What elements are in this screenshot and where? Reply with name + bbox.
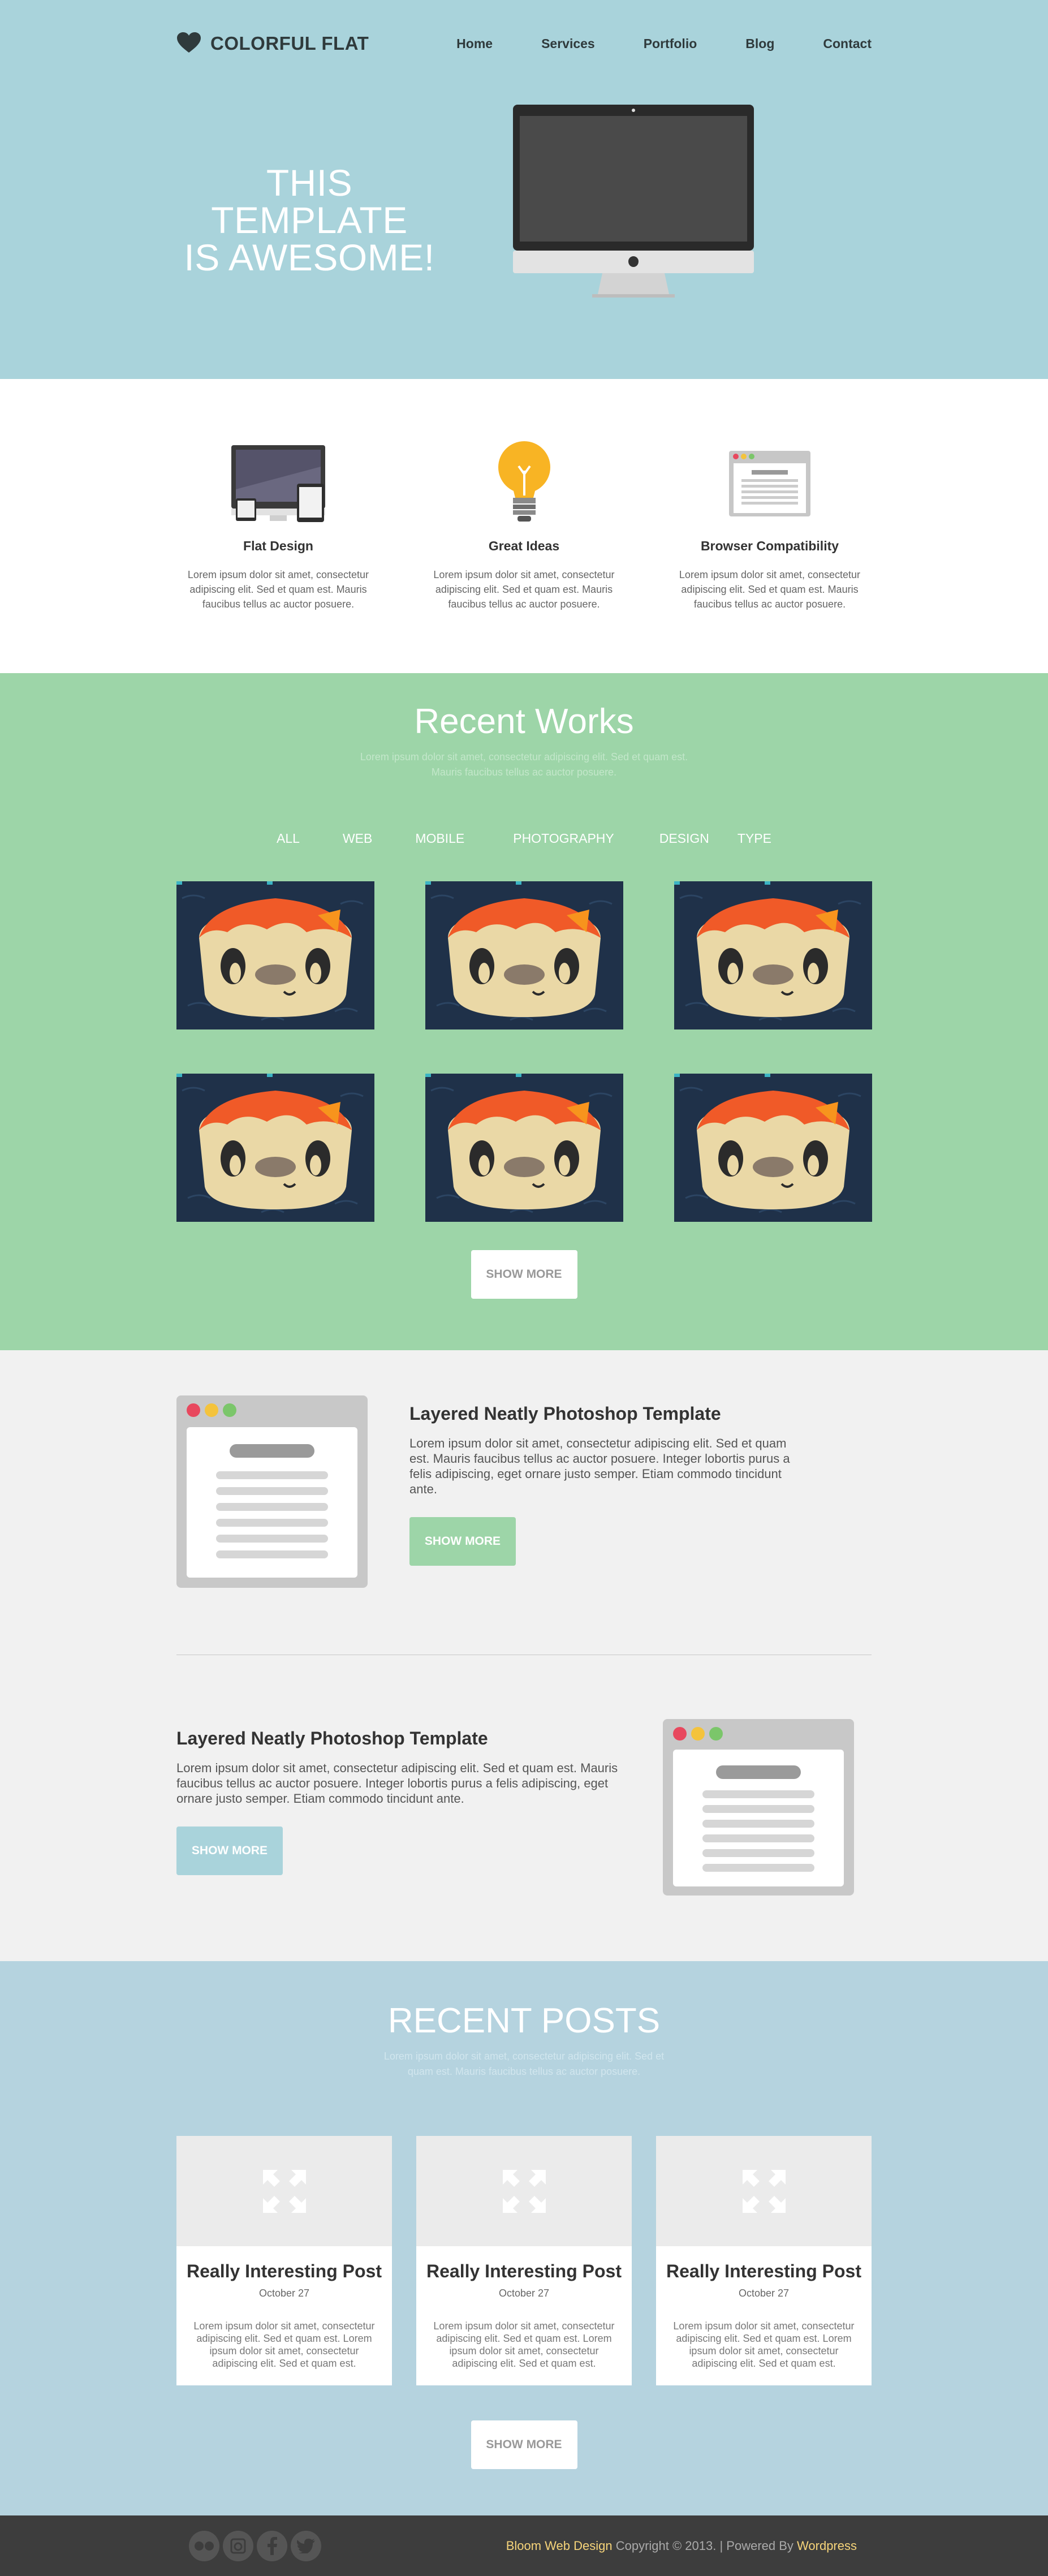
layered-show-more-button[interactable]: SHOW MORE	[409, 1517, 516, 1566]
copyright-text: Copyright © 2013. | Powered By	[612, 2538, 797, 2553]
hero-title: THIS TEMPLATE IS AWESOME!	[176, 164, 442, 276]
works-subtitle: Lorem ipsum dolor sit amet, consectetur …	[360, 751, 688, 778]
nav-contact[interactable]: Contact	[823, 36, 872, 51]
layered-title: Layered Neatly Photoshop Template	[176, 1728, 488, 1748]
twitter-icon[interactable]	[291, 2530, 321, 2561]
feature-title: Browser Compatibility	[700, 539, 839, 553]
portfolio-item[interactable]	[674, 1074, 872, 1222]
posts-show-more-button[interactable]: SHOW MORE	[471, 2420, 577, 2469]
portfolio-item[interactable]	[425, 1074, 623, 1222]
portfolio-item[interactable]	[425, 881, 623, 1029]
works-show-more-button[interactable]: SHOW MORE	[471, 1250, 577, 1299]
post-excerpt: Lorem ipsum dolor sit amet, consectetur …	[433, 2320, 615, 2369]
hero-section: COLORFUL FLAT Home Services Portfolio Bl…	[0, 0, 1048, 379]
instagram-icon[interactable]	[223, 2530, 253, 2561]
filter-photography[interactable]: PHOTOGRAPHY	[513, 831, 614, 846]
flickr-icon[interactable]	[189, 2530, 219, 2561]
footer: Bloom Web Design Copyright © 2013. | Pow…	[0, 2515, 1048, 2576]
nav-portfolio[interactable]: Portfolio	[644, 36, 697, 51]
hero-title-line2: IS AWESOME!	[184, 236, 435, 278]
facebook-icon[interactable]	[257, 2530, 287, 2561]
portfolio-item[interactable]	[176, 1074, 374, 1222]
layered-block-1: Layered Neatly Photoshop Template Lorem …	[409, 1403, 805, 1566]
imac-illustration	[513, 105, 754, 303]
copyright: Bloom Web Design Copyright © 2013. | Pow…	[506, 2539, 857, 2553]
footer-brand-link[interactable]: Bloom Web Design	[506, 2539, 613, 2553]
devices-icon	[176, 441, 380, 526]
posts-list: Really Interesting Post October 27 Lorem…	[176, 2136, 872, 2385]
portfolio-grid	[176, 881, 872, 1222]
feature-great-ideas: Great Ideas Lorem ipsum dolor sit amet, …	[422, 441, 626, 611]
feature-text: Lorem ipsum dolor sit amet, consectetur …	[187, 569, 369, 610]
logo[interactable]: COLORFUL FLAT	[176, 32, 369, 56]
recent-posts-section: RECENT POSTS Lorem ipsum dolor sit amet,…	[0, 1961, 1048, 2515]
post-excerpt: Lorem ipsum dolor sit amet, consectetur …	[193, 2320, 375, 2369]
works-title: Recent Works	[414, 702, 634, 741]
post-card[interactable]: Really Interesting Post October 27 Lorem…	[656, 2136, 872, 2385]
post-excerpt: Lorem ipsum dolor sit amet, consectetur …	[673, 2320, 855, 2369]
layered-show-more-button[interactable]: SHOW MORE	[176, 1827, 283, 1875]
layered-text: Lorem ipsum dolor sit amet, consectetur …	[176, 1761, 618, 1806]
heart-icon	[176, 32, 201, 56]
layered-section: Layered Neatly Photoshop Template Lorem …	[0, 1350, 1048, 1961]
portfolio-item[interactable]	[674, 881, 872, 1029]
hero-title-line1: THIS TEMPLATE	[211, 162, 408, 241]
filter-mobile[interactable]: MOBILE	[415, 831, 464, 846]
layered-block-2: Layered Neatly Photoshop Template Lorem …	[176, 1728, 629, 1875]
post-date: October 27	[738, 2288, 790, 2299]
feature-browser-compat: Browser Compatibility Lorem ipsum dolor …	[668, 441, 872, 611]
post-card[interactable]: Really Interesting Post October 27 Lorem…	[176, 2136, 392, 2385]
feature-text: Lorem ipsum dolor sit amet, consectetur …	[433, 569, 615, 610]
filter-all[interactable]: ALL	[277, 831, 300, 846]
social-links	[189, 2530, 321, 2561]
top-nav: COLORFUL FLAT Home Services Portfolio Bl…	[176, 29, 872, 58]
feature-title: Flat Design	[243, 539, 313, 553]
filter-web[interactable]: WEB	[343, 831, 372, 846]
portfolio-item[interactable]	[176, 881, 374, 1029]
browser-mockup	[663, 1719, 854, 1898]
post-date: October 27	[258, 2288, 310, 2299]
feature-title: Great Ideas	[488, 539, 560, 553]
expand-icon	[176, 2136, 392, 2246]
nav-blog[interactable]: Blog	[745, 36, 774, 51]
nav-services[interactable]: Services	[541, 36, 595, 51]
layered-text: Lorem ipsum dolor sit amet, consectetur …	[409, 1436, 790, 1496]
expand-icon	[656, 2136, 872, 2246]
feature-text: Lorem ipsum dolor sit amet, consectetur …	[679, 569, 861, 610]
posts-subtitle: Lorem ipsum dolor sit amet, consectetur …	[383, 2051, 665, 2077]
expand-icon	[416, 2136, 632, 2246]
recent-works-section: Recent Works Lorem ipsum dolor sit amet,…	[0, 673, 1048, 1350]
post-title[interactable]: Really Interesting Post	[416, 2261, 632, 2282]
features-section: Flat Design Lorem ipsum dolor sit amet, …	[0, 379, 1048, 673]
post-date: October 27	[498, 2288, 550, 2299]
nav-home[interactable]: Home	[456, 36, 493, 51]
lightbulb-icon	[422, 441, 626, 526]
filter-design[interactable]: DESIGN	[659, 831, 709, 846]
browser-mockup	[176, 1395, 368, 1591]
post-card[interactable]: Really Interesting Post October 27 Lorem…	[416, 2136, 632, 2385]
filter-type[interactable]: TYPE	[738, 831, 771, 846]
post-title[interactable]: Really Interesting Post	[656, 2261, 872, 2282]
post-title[interactable]: Really Interesting Post	[176, 2261, 392, 2282]
main-menu: Home Services Portfolio Blog Contact	[408, 36, 872, 51]
layered-title: Layered Neatly Photoshop Template	[409, 1403, 721, 1424]
logo-text: COLORFUL FLAT	[210, 33, 369, 54]
feature-flat-design: Flat Design Lorem ipsum dolor sit amet, …	[176, 441, 380, 611]
browser-icon	[668, 441, 872, 526]
wordpress-link[interactable]: Wordpress	[797, 2539, 857, 2553]
posts-title: RECENT POSTS	[387, 2001, 661, 2040]
portfolio-filters: ALL WEB MOBILE PHOTOGRAPHY DESIGN TYPE	[176, 831, 872, 846]
